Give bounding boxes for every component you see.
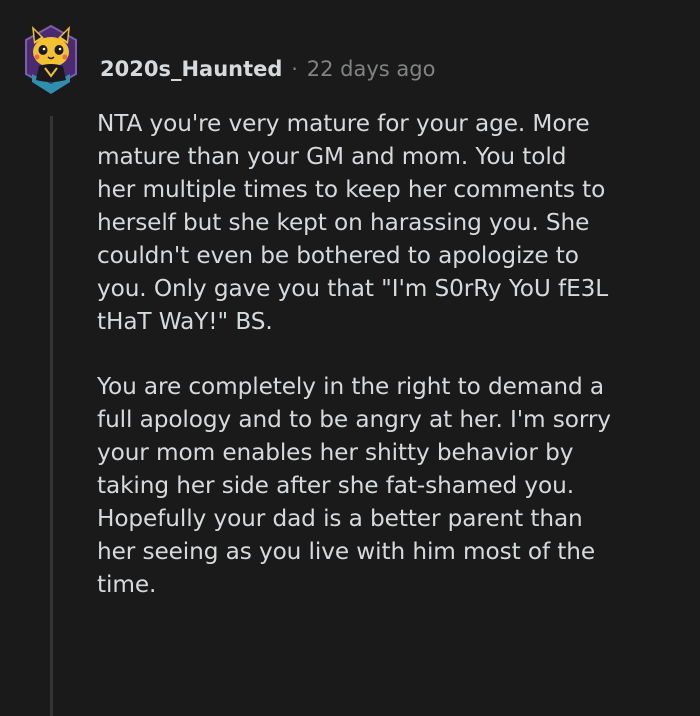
text-line: time. xyxy=(97,571,157,598)
text-line: You are completely in the right to deman… xyxy=(97,373,604,400)
text-line: full apology and to be angry at her. I'm… xyxy=(97,406,611,433)
text-line: your mom enables her shitty behavior by xyxy=(97,439,574,466)
comment-timestamp[interactable]: 22 days ago xyxy=(307,57,436,81)
text-line: mature than your GM and mom. You told xyxy=(97,143,567,170)
text-line: her multiple times to keep her comments … xyxy=(97,176,606,203)
text-line: tHaT WaY!" BS. xyxy=(97,308,273,335)
text-line: you. Only gave you that "I'm S0rRy YoU f… xyxy=(97,275,609,302)
text-line: her seeing as you live with him most of … xyxy=(97,538,596,565)
comment-body: NTA you're very mature for your age. Mor… xyxy=(97,107,687,633)
comment-header: 2020s_Haunted · 22 days ago xyxy=(100,54,435,84)
avatar[interactable] xyxy=(22,22,80,98)
text-line: NTA you're very mature for your age. Mor… xyxy=(97,110,590,137)
author-username[interactable]: 2020s_Haunted xyxy=(100,57,282,81)
text-line: Hopefully your dad is a better parent th… xyxy=(97,505,583,532)
thread-collapse-line[interactable] xyxy=(50,116,53,716)
snoo-avatar-icon xyxy=(25,24,77,94)
text-line: herself but she kept on harassing you. S… xyxy=(97,209,590,236)
comment-paragraph: You are completely in the right to deman… xyxy=(97,370,687,601)
comment-paragraph: NTA you're very mature for your age. Mor… xyxy=(97,107,687,338)
text-line: couldn't even be bothered to apologize t… xyxy=(97,242,579,269)
meta-separator: · xyxy=(291,57,298,81)
text-line: taking her side after she fat-shamed you… xyxy=(97,472,574,499)
comment: 2020s_Haunted · 22 days ago NTA you're v… xyxy=(0,0,700,716)
